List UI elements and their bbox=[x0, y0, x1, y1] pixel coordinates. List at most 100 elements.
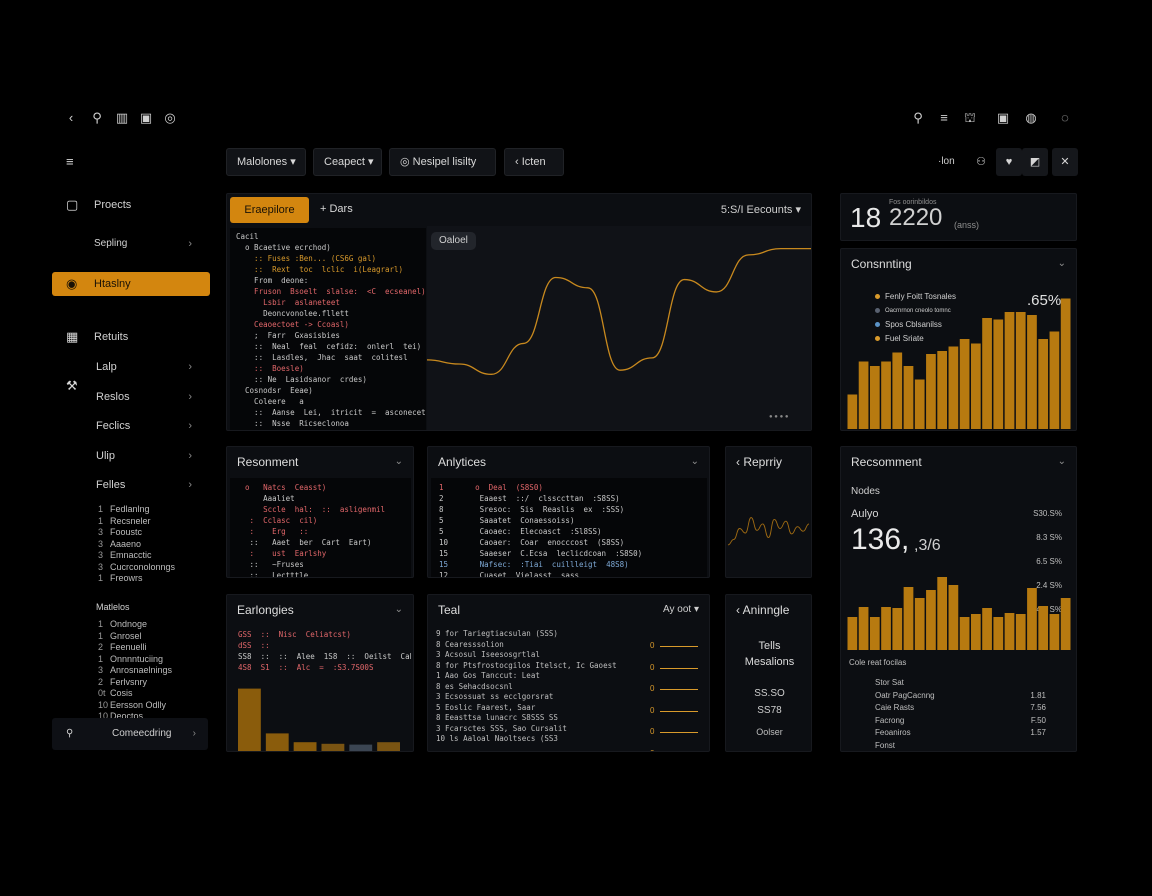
subitem-number: 2 bbox=[98, 642, 104, 652]
sidebar-item-label: Proects bbox=[94, 199, 132, 211]
subitem-number: 2 bbox=[98, 676, 104, 687]
code-line: :: Ne Lasidsanor crdes) bbox=[236, 375, 367, 384]
sidebar-subitem[interactable]: 1 Fedlanlng bbox=[98, 504, 150, 516]
chevron-down-icon[interactable]: ⌄ bbox=[691, 456, 699, 467]
sidebar-subitem[interactable]: 1 Ondnoge bbox=[98, 619, 147, 631]
bar bbox=[892, 352, 903, 429]
chevron-right-icon: › bbox=[188, 479, 192, 491]
filter-icon[interactable]: ≡ bbox=[935, 106, 953, 130]
tab-icten[interactable]: ‹ Icten bbox=[504, 148, 564, 176]
list-item-value: 1.57 bbox=[1030, 728, 1046, 737]
chevron-right-icon: › bbox=[188, 450, 192, 462]
sidebar-subitem[interactable]: 0t Cosis bbox=[98, 688, 133, 700]
value-2: SS78 bbox=[757, 705, 782, 716]
sparkline bbox=[727, 517, 810, 546]
chevron-down-icon[interactable]: ⌄ bbox=[395, 456, 403, 467]
sidebar-item-reports[interactable]: ▦ Retuits bbox=[52, 325, 210, 349]
sidebar-item-active[interactable]: ◉ Htaslny bbox=[52, 272, 210, 296]
explorer-panel: Eraepilore + Dars 5:S/I Eecounts ▾ Cacil… bbox=[226, 193, 812, 431]
bar bbox=[982, 608, 992, 650]
tab-ceapect[interactable]: Ceapect ▾ bbox=[313, 148, 382, 176]
share-icon[interactable]: ⛫ bbox=[961, 106, 979, 130]
sidebar-item-sepling[interactable]: Sepling › bbox=[52, 232, 210, 256]
explore-button[interactable]: Eraepilore bbox=[230, 197, 309, 223]
panel-title: Earlongies bbox=[237, 603, 294, 617]
pager-dots[interactable]: ● ● ● ● bbox=[769, 414, 789, 420]
chevron-down-icon[interactable]: ⌄ bbox=[395, 604, 403, 615]
sidebar-item-bottom[interactable]: ⚲ Comeecdring › bbox=[52, 718, 208, 750]
back-icon[interactable]: ‹ bbox=[62, 106, 80, 130]
sidebar-subitem[interactable]: 2 Feenuelli bbox=[98, 642, 147, 654]
heart-icon[interactable]: ♥ bbox=[996, 148, 1022, 176]
task-label: 8 for Ptsfrostocgilos Itelsct, Ic Gaoest bbox=[436, 660, 617, 670]
sidebar-subitem[interactable]: 3 Aaaeno bbox=[98, 539, 141, 551]
add-data-button[interactable]: + Dars bbox=[320, 203, 353, 215]
globe-icon[interactable]: ◎ bbox=[161, 106, 179, 130]
bookmark-icon[interactable]: ◩ bbox=[1022, 148, 1048, 176]
menu-button[interactable]: ≡ bbox=[52, 150, 210, 174]
code-line: SS8 :: :: Alee 1S8 :: Oeilst Cahset bbox=[238, 652, 411, 661]
code-view: Cacil o Bcaetive ecrchod) :: Fuses :Ben.… bbox=[230, 228, 426, 430]
sidebar-item-3[interactable]: Ulip › bbox=[52, 444, 210, 468]
panel-title-label: Aninngle bbox=[742, 603, 790, 617]
subitem-label: Anrosnaelnings bbox=[110, 665, 173, 675]
label-mesalions: Mesalions bbox=[744, 656, 795, 668]
progress-value: 0 bbox=[650, 641, 655, 650]
task-label: 1 Aao Gos Tanccut: Leat bbox=[436, 671, 540, 680]
sort-select[interactable]: Ay oot ▾ bbox=[663, 604, 699, 615]
code-line: GSS :: Nisc Celiatcst) bbox=[238, 630, 351, 639]
bar bbox=[881, 607, 891, 650]
sidebar-subitem[interactable]: 3 Emnacctic bbox=[98, 550, 152, 562]
help-icon[interactable]: ◌ bbox=[1056, 106, 1074, 130]
sidebar-group-title[interactable]: Matlelos bbox=[52, 595, 210, 619]
sidebar-subitem[interactable]: 10 Eersson Odlly bbox=[98, 700, 166, 712]
bar bbox=[238, 688, 261, 751]
sidebar-item-2[interactable]: Feclics › bbox=[52, 414, 210, 438]
series-line bbox=[727, 517, 810, 546]
pin-icon: ⚲ bbox=[66, 728, 74, 739]
globe-icon[interactable]: ◍ bbox=[1022, 106, 1040, 130]
sidebar-subitem[interactable]: 1 Gnrosel bbox=[98, 631, 142, 643]
sidebar-subitem[interactable]: 1 Onnnntuciing bbox=[98, 654, 163, 666]
code-line: : ust Earlshy bbox=[236, 549, 327, 558]
back-icon[interactable]: ‹ bbox=[736, 455, 740, 469]
accounts-select[interactable]: 5:S/I Eecounts ▾ bbox=[721, 203, 801, 216]
chevron-down-icon[interactable]: ⌄ bbox=[1058, 258, 1066, 269]
list-item-value: 1.81 bbox=[1030, 690, 1046, 700]
search-icon[interactable]: ⚲ bbox=[909, 106, 927, 130]
sidebar-subitem[interactable]: 1 Recsneler bbox=[98, 516, 151, 528]
close-icon[interactable]: ✕ bbox=[1052, 148, 1078, 176]
task-label: 10 ls Aaloal Naoltsecs (SS3 bbox=[436, 734, 558, 743]
code-line: 15 Saaeser C.Ecsa leclicdcoan :S8S0) bbox=[439, 549, 643, 558]
subitem-label: Ondnoge bbox=[110, 619, 148, 629]
list-item-value: F.50 bbox=[1030, 715, 1046, 725]
stat-unit: (anss) bbox=[954, 220, 980, 230]
back-icon[interactable]: ‹ bbox=[736, 603, 740, 617]
sidebar-subitem[interactable]: 3 Anrosnaelnings bbox=[98, 665, 172, 677]
tab-malolones[interactable]: Malolones ▾ bbox=[226, 148, 306, 176]
clipboard-icon[interactable]: ▣ bbox=[137, 106, 155, 130]
chevron-right-icon: › bbox=[188, 420, 192, 432]
sidebar-subitem[interactable]: 3 Fooustc bbox=[98, 527, 142, 539]
sidebar-item-4[interactable]: Felles › bbox=[52, 473, 210, 497]
bar bbox=[858, 607, 869, 650]
sidebar-subitem[interactable]: 1 Freowrs bbox=[98, 573, 143, 585]
book-icon[interactable]: ▥ bbox=[113, 106, 131, 130]
list-item-value: 7.56 bbox=[1030, 703, 1046, 712]
tab-nesipel[interactable]: ◎ Nesipel lisilty bbox=[389, 148, 496, 176]
search-icon[interactable]: ⚲ bbox=[88, 106, 106, 130]
code-line: o Bcaetive ecrchod) bbox=[236, 243, 331, 252]
bar bbox=[982, 318, 992, 429]
label-tells: Tells bbox=[758, 640, 781, 652]
sidebar-item-1[interactable]: Reslos › bbox=[52, 385, 210, 409]
sidebar-item-label: Ulip bbox=[96, 450, 115, 462]
sidebar-subitem[interactable]: 3 Cucrconolonngs bbox=[98, 562, 175, 574]
subitem-label: Fedlanlng bbox=[110, 504, 150, 514]
sidebar-item-projects[interactable]: ▢ Proects bbox=[52, 193, 210, 217]
person-icon[interactable]: ⚇ bbox=[968, 148, 994, 176]
sidebar-subitem[interactable]: 2 Ferlvsnry bbox=[98, 677, 147, 689]
bar bbox=[993, 617, 1004, 650]
code-line: Fruson Bsoelt slalse: <C ecseanel) bbox=[236, 287, 426, 296]
square-icon[interactable]: ▣ bbox=[994, 106, 1012, 130]
chevron-down-icon[interactable]: ⌄ bbox=[1058, 456, 1066, 467]
